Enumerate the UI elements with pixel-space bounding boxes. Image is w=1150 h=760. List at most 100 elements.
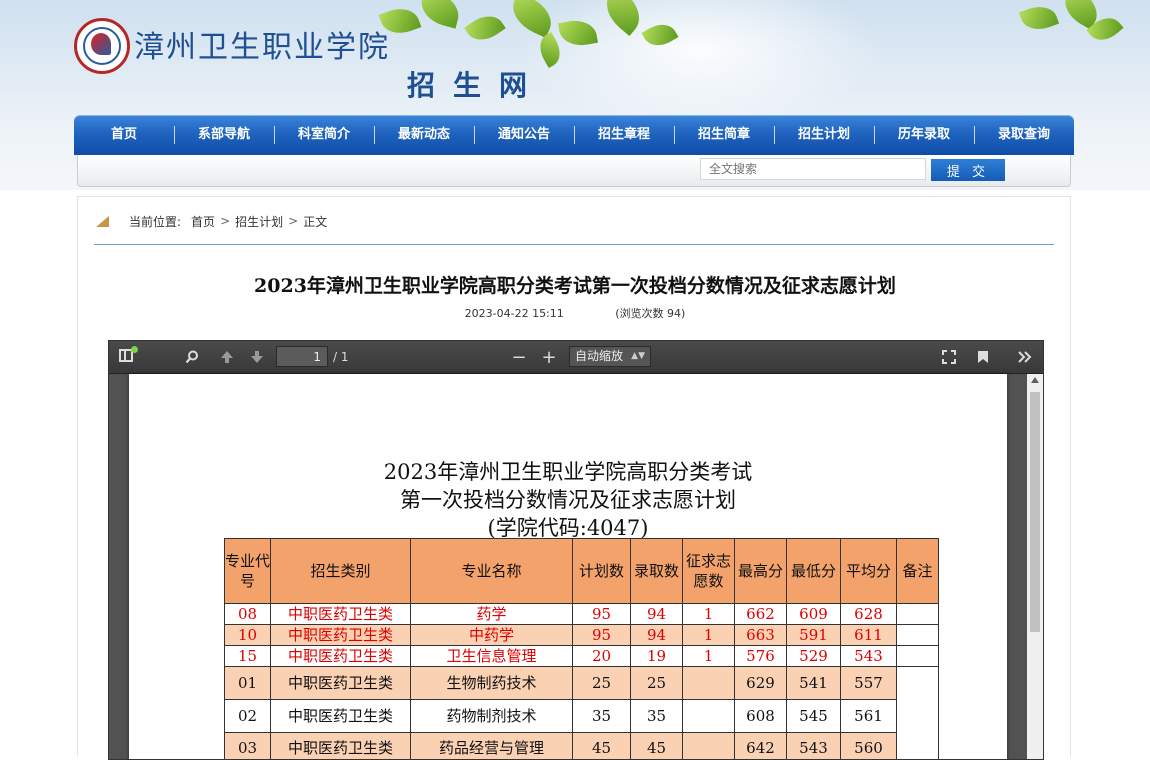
cell-category: 中职医药卫生类 bbox=[271, 699, 411, 732]
cell-avg: 543 bbox=[841, 646, 897, 667]
cell-major: 药学 bbox=[411, 604, 573, 625]
zoom-in-button[interactable]: + bbox=[537, 341, 561, 373]
article-views: (浏览次数 94) bbox=[615, 307, 685, 320]
cell-min: 609 bbox=[787, 604, 841, 625]
nav-item-notices[interactable]: 通知公告 bbox=[474, 115, 574, 155]
breadcrumb-home[interactable]: 首页 bbox=[191, 213, 215, 230]
college-logo[interactable] bbox=[74, 18, 130, 74]
nav-item-home[interactable]: 首页 bbox=[74, 115, 174, 155]
site-name: 漳州卫生职业学院 bbox=[134, 22, 390, 66]
double-chevron-right-icon bbox=[1017, 350, 1033, 364]
cell-note-empty bbox=[897, 625, 939, 646]
cell-major: 卫生信息管理 bbox=[411, 646, 573, 667]
cell-note-empty bbox=[897, 646, 939, 667]
document-title: 2023年漳州卫生职业学院高职分类考试 第一次投档分数情况及征求志愿计划 (学院… bbox=[129, 458, 1007, 542]
nav-item-news[interactable]: 最新动态 bbox=[374, 115, 474, 155]
zoom-out-button[interactable]: − bbox=[507, 341, 531, 373]
next-page-button[interactable] bbox=[246, 341, 268, 373]
cell-category: 中职医药卫生类 bbox=[271, 646, 411, 667]
nav-item-brochure[interactable]: 招生简章 bbox=[674, 115, 774, 155]
cell-note-empty bbox=[897, 604, 939, 625]
tools-button[interactable] bbox=[1011, 341, 1039, 373]
header-min: 最低分 bbox=[787, 539, 841, 604]
cell-max: 642 bbox=[735, 732, 787, 760]
header-note: 备注 bbox=[897, 539, 939, 604]
cell-category: 中职医药卫生类 bbox=[271, 732, 411, 760]
nav-item-plan[interactable]: 招生计划 bbox=[774, 115, 874, 155]
cell-category: 中职医药卫生类 bbox=[271, 667, 411, 700]
article-title: 2023年漳州卫生职业学院高职分类考试第一次投档分数情况及征求志愿计划 bbox=[78, 271, 1072, 298]
breadcrumb: 当前位置: 首页 > 招生计划 > 正文 bbox=[96, 211, 327, 231]
zoom-value: 自动缩放 bbox=[575, 349, 623, 363]
nav-item-admission-query[interactable]: 录取查询 bbox=[974, 115, 1074, 155]
breadcrumb-divider bbox=[94, 244, 1054, 245]
leaf-decoration bbox=[417, 0, 463, 29]
breadcrumb-separator: > bbox=[220, 214, 230, 228]
cell-min: 541 bbox=[787, 667, 841, 700]
cell-avg: 561 bbox=[841, 699, 897, 732]
header-solicit: 征求志愿数 bbox=[683, 539, 735, 604]
scrollbar-thumb[interactable] bbox=[1030, 392, 1040, 632]
breadcrumb-separator: > bbox=[288, 214, 298, 228]
cell-plan: 20 bbox=[573, 646, 631, 667]
bookmark-icon bbox=[977, 350, 989, 364]
cell-avg: 557 bbox=[841, 667, 897, 700]
table-row: 15中职医药卫生类卫生信息管理20191576529543 bbox=[225, 646, 939, 667]
cell-solicit: 1 bbox=[683, 604, 735, 625]
table-row: 03中职医药卫生类药品经营与管理4545642543560 bbox=[225, 732, 939, 760]
cell-min: 545 bbox=[787, 699, 841, 732]
sidebar-toggle-button[interactable] bbox=[109, 341, 143, 373]
nav-item-offices[interactable]: 科室简介 bbox=[274, 115, 374, 155]
logo-emblem bbox=[91, 33, 111, 55]
pdf-viewer: / 1 − + 自动缩放 ▲▼ 2023年漳州卫生职业学院高职分类考试 第一次投… bbox=[108, 340, 1044, 760]
cell-min: 591 bbox=[787, 625, 841, 646]
previous-page-button[interactable] bbox=[216, 341, 238, 373]
page-number-input[interactable] bbox=[276, 346, 328, 367]
nav-item-history[interactable]: 历年录取 bbox=[874, 115, 974, 155]
cell-category: 中职医药卫生类 bbox=[271, 604, 411, 625]
search-input[interactable] bbox=[700, 158, 926, 180]
pdf-scrollbar[interactable] bbox=[1027, 374, 1043, 760]
page-count: / 1 bbox=[333, 350, 349, 364]
cell-solicit: 1 bbox=[683, 625, 735, 646]
cell-avg: 611 bbox=[841, 625, 897, 646]
cell-min: 529 bbox=[787, 646, 841, 667]
cell-admitted: 45 bbox=[631, 732, 683, 760]
nav-item-charter[interactable]: 招生章程 bbox=[574, 115, 674, 155]
leaf-decoration bbox=[1019, 1, 1059, 35]
pdf-toolbar: / 1 − + 自动缩放 ▲▼ bbox=[109, 341, 1043, 374]
cell-plan: 95 bbox=[573, 625, 631, 646]
cell-solicit: 1 bbox=[683, 646, 735, 667]
header-major: 专业名称 bbox=[411, 539, 573, 604]
search-submit-button[interactable]: 提 交 bbox=[931, 159, 1005, 181]
cell-avg: 628 bbox=[841, 604, 897, 625]
cell-code: 10 bbox=[225, 625, 271, 646]
cell-solicit bbox=[683, 699, 735, 732]
find-button[interactable] bbox=[181, 341, 203, 373]
table-body: 08中职医药卫生类药学9594166260962810中职医药卫生类中药学959… bbox=[225, 604, 939, 760]
expand-icon bbox=[942, 350, 956, 364]
header-max: 最高分 bbox=[735, 539, 787, 604]
main-nav: 首页 系部导航 科室简介 最新动态 通知公告 招生章程 招生简章 招生计划 历年… bbox=[74, 115, 1074, 155]
search-bar: 提 交 bbox=[77, 155, 1071, 187]
bookmark-button[interactable] bbox=[971, 341, 995, 373]
table-row: 10中职医药卫生类中药学95941663591611 bbox=[225, 625, 939, 646]
nav-item-departments[interactable]: 系部导航 bbox=[174, 115, 274, 155]
breadcrumb-plan[interactable]: 招生计划 bbox=[235, 213, 283, 230]
cell-code: 02 bbox=[225, 699, 271, 732]
notification-dot bbox=[131, 346, 138, 353]
ruler-icon bbox=[96, 216, 109, 227]
fullscreen-button[interactable] bbox=[937, 341, 961, 373]
cell-admitted: 19 bbox=[631, 646, 683, 667]
cell-admitted: 25 bbox=[631, 667, 683, 700]
header-admitted: 录取数 bbox=[631, 539, 683, 604]
zoom-select[interactable]: 自动缩放 ▲▼ bbox=[569, 346, 651, 367]
header-glow bbox=[520, 0, 880, 130]
scroll-up-arrow-icon[interactable] bbox=[1031, 377, 1039, 383]
cell-avg: 560 bbox=[841, 732, 897, 760]
site-header: 漳州卫生职业学院 招生网 首页 系部导航 科室简介 最新动态 通知公告 招生章程… bbox=[0, 0, 1150, 190]
score-table: 专业代号 招生类别 专业名称 计划数 录取数 征求志愿数 最高分 最低分 平均分… bbox=[224, 538, 939, 760]
cell-major: 生物制药技术 bbox=[411, 667, 573, 700]
article-date: 2023-04-22 15:11 bbox=[465, 307, 564, 320]
article-meta: 2023-04-22 15:11 (浏览次数 94) bbox=[78, 305, 1072, 321]
